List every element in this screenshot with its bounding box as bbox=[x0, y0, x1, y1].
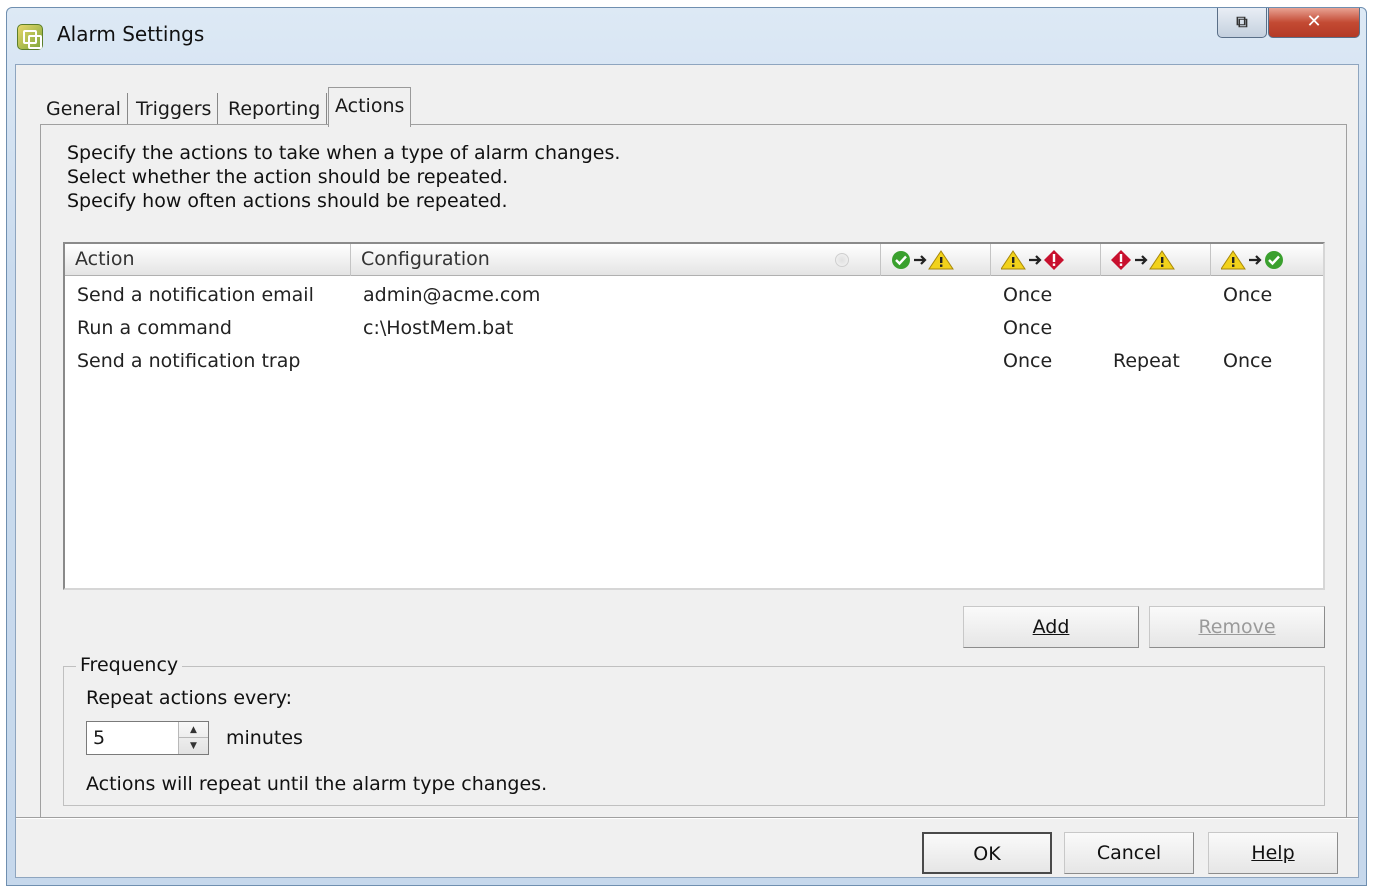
window-title: Alarm Settings bbox=[57, 22, 205, 46]
column-header-configuration-label: Configuration bbox=[361, 248, 490, 270]
warning-to-alert-cell[interactable]: Once bbox=[1003, 345, 1052, 378]
frequency-legend: Frequency bbox=[76, 654, 183, 676]
dialog-client-area: General Triggers Reporting Actions Speci… bbox=[15, 64, 1359, 878]
instruction-line: Specify the actions to take when a type … bbox=[67, 142, 621, 164]
tab-reporting[interactable]: Reporting bbox=[222, 93, 328, 125]
alert-to-warning-icon bbox=[1111, 249, 1175, 270]
app-icon bbox=[17, 24, 43, 50]
action-cell: Run a command bbox=[77, 317, 232, 339]
column-header-warning-to-alert[interactable] bbox=[991, 244, 1101, 276]
repeat-label: Repeat actions every: bbox=[86, 687, 293, 709]
tab-triggers[interactable]: Triggers bbox=[130, 93, 219, 125]
add-button-label: Add bbox=[1032, 616, 1070, 638]
remove-button[interactable]: Remove bbox=[1149, 606, 1325, 648]
table-row[interactable]: Send a notification trap Once Repeat Onc… bbox=[65, 345, 1323, 378]
column-header-ok-to-warning[interactable] bbox=[881, 244, 991, 276]
remove-button-label: Remove bbox=[1198, 616, 1276, 638]
column-header-warning-to-ok[interactable] bbox=[1211, 244, 1323, 276]
close-button[interactable]: ✕ bbox=[1268, 8, 1360, 38]
footer-divider bbox=[16, 817, 1358, 819]
instruction-line: Specify how often actions should be repe… bbox=[67, 190, 508, 212]
repeat-interval-value[interactable]: 5 bbox=[93, 722, 105, 754]
help-button[interactable]: Help bbox=[1208, 832, 1338, 874]
add-button[interactable]: Add bbox=[963, 606, 1139, 648]
action-cell: Send a notification trap bbox=[77, 350, 301, 372]
repeat-interval-stepper[interactable]: 5 ▲ ▼ bbox=[86, 721, 209, 755]
minutes-label: minutes bbox=[226, 727, 303, 749]
column-header-action[interactable]: Action bbox=[65, 244, 351, 276]
stepper-buttons: ▲ ▼ bbox=[178, 722, 208, 754]
table-header: Action Configuration bbox=[65, 244, 1323, 276]
column-header-configuration[interactable]: Configuration bbox=[351, 244, 881, 276]
actions-table[interactable]: Action Configuration Send a notification… bbox=[63, 242, 1325, 590]
restore-button[interactable]: ⧉ bbox=[1217, 8, 1267, 38]
actions-panel: Specify the actions to take when a type … bbox=[40, 124, 1347, 818]
configuration-cell: admin@acme.com bbox=[363, 284, 541, 306]
action-cell: Send a notification email bbox=[77, 284, 314, 306]
configuration-cell: c:\HostMem.bat bbox=[363, 317, 514, 339]
tab-actions[interactable]: Actions bbox=[328, 87, 412, 127]
ok-button[interactable]: OK bbox=[922, 832, 1052, 874]
stepper-down-icon[interactable]: ▼ bbox=[179, 738, 208, 754]
alert-to-warning-cell[interactable]: Repeat bbox=[1113, 345, 1180, 378]
instruction-line: Select whether the action should be repe… bbox=[67, 166, 509, 188]
warning-to-ok-icon bbox=[1221, 249, 1283, 269]
warning-to-alert-cell[interactable]: Once bbox=[1003, 312, 1052, 345]
column-header-alert-to-warning[interactable] bbox=[1101, 244, 1211, 276]
warning-to-alert-icon bbox=[1001, 249, 1064, 270]
instructions: Specify the actions to take when a type … bbox=[67, 141, 620, 213]
frequency-group: Frequency Repeat actions every: 5 ▲ ▼ mi… bbox=[63, 654, 1325, 806]
cancel-button[interactable]: Cancel bbox=[1064, 832, 1194, 874]
ok-to-warning-icon bbox=[892, 249, 954, 269]
repeat-note: Actions will repeat until the alarm type… bbox=[86, 773, 548, 795]
warning-to-ok-cell[interactable]: Once bbox=[1223, 279, 1272, 312]
tab-general[interactable]: General bbox=[40, 93, 128, 125]
sort-indicator-icon bbox=[835, 253, 849, 267]
warning-to-ok-cell[interactable]: Once bbox=[1223, 345, 1272, 378]
warning-to-alert-cell[interactable]: Once bbox=[1003, 279, 1052, 312]
table-row[interactable]: Send a notification email admin@acme.com… bbox=[65, 279, 1323, 312]
stepper-up-icon[interactable]: ▲ bbox=[179, 722, 208, 738]
table-row[interactable]: Run a command c:\HostMem.bat Once bbox=[65, 312, 1323, 345]
alarm-settings-window: Alarm Settings ⧉ ✕ General Triggers Repo… bbox=[6, 7, 1367, 886]
title-bar: Alarm Settings ⧉ ✕ bbox=[7, 8, 1366, 64]
close-icon: ✕ bbox=[1306, 11, 1322, 32]
help-button-label: Help bbox=[1251, 842, 1295, 864]
